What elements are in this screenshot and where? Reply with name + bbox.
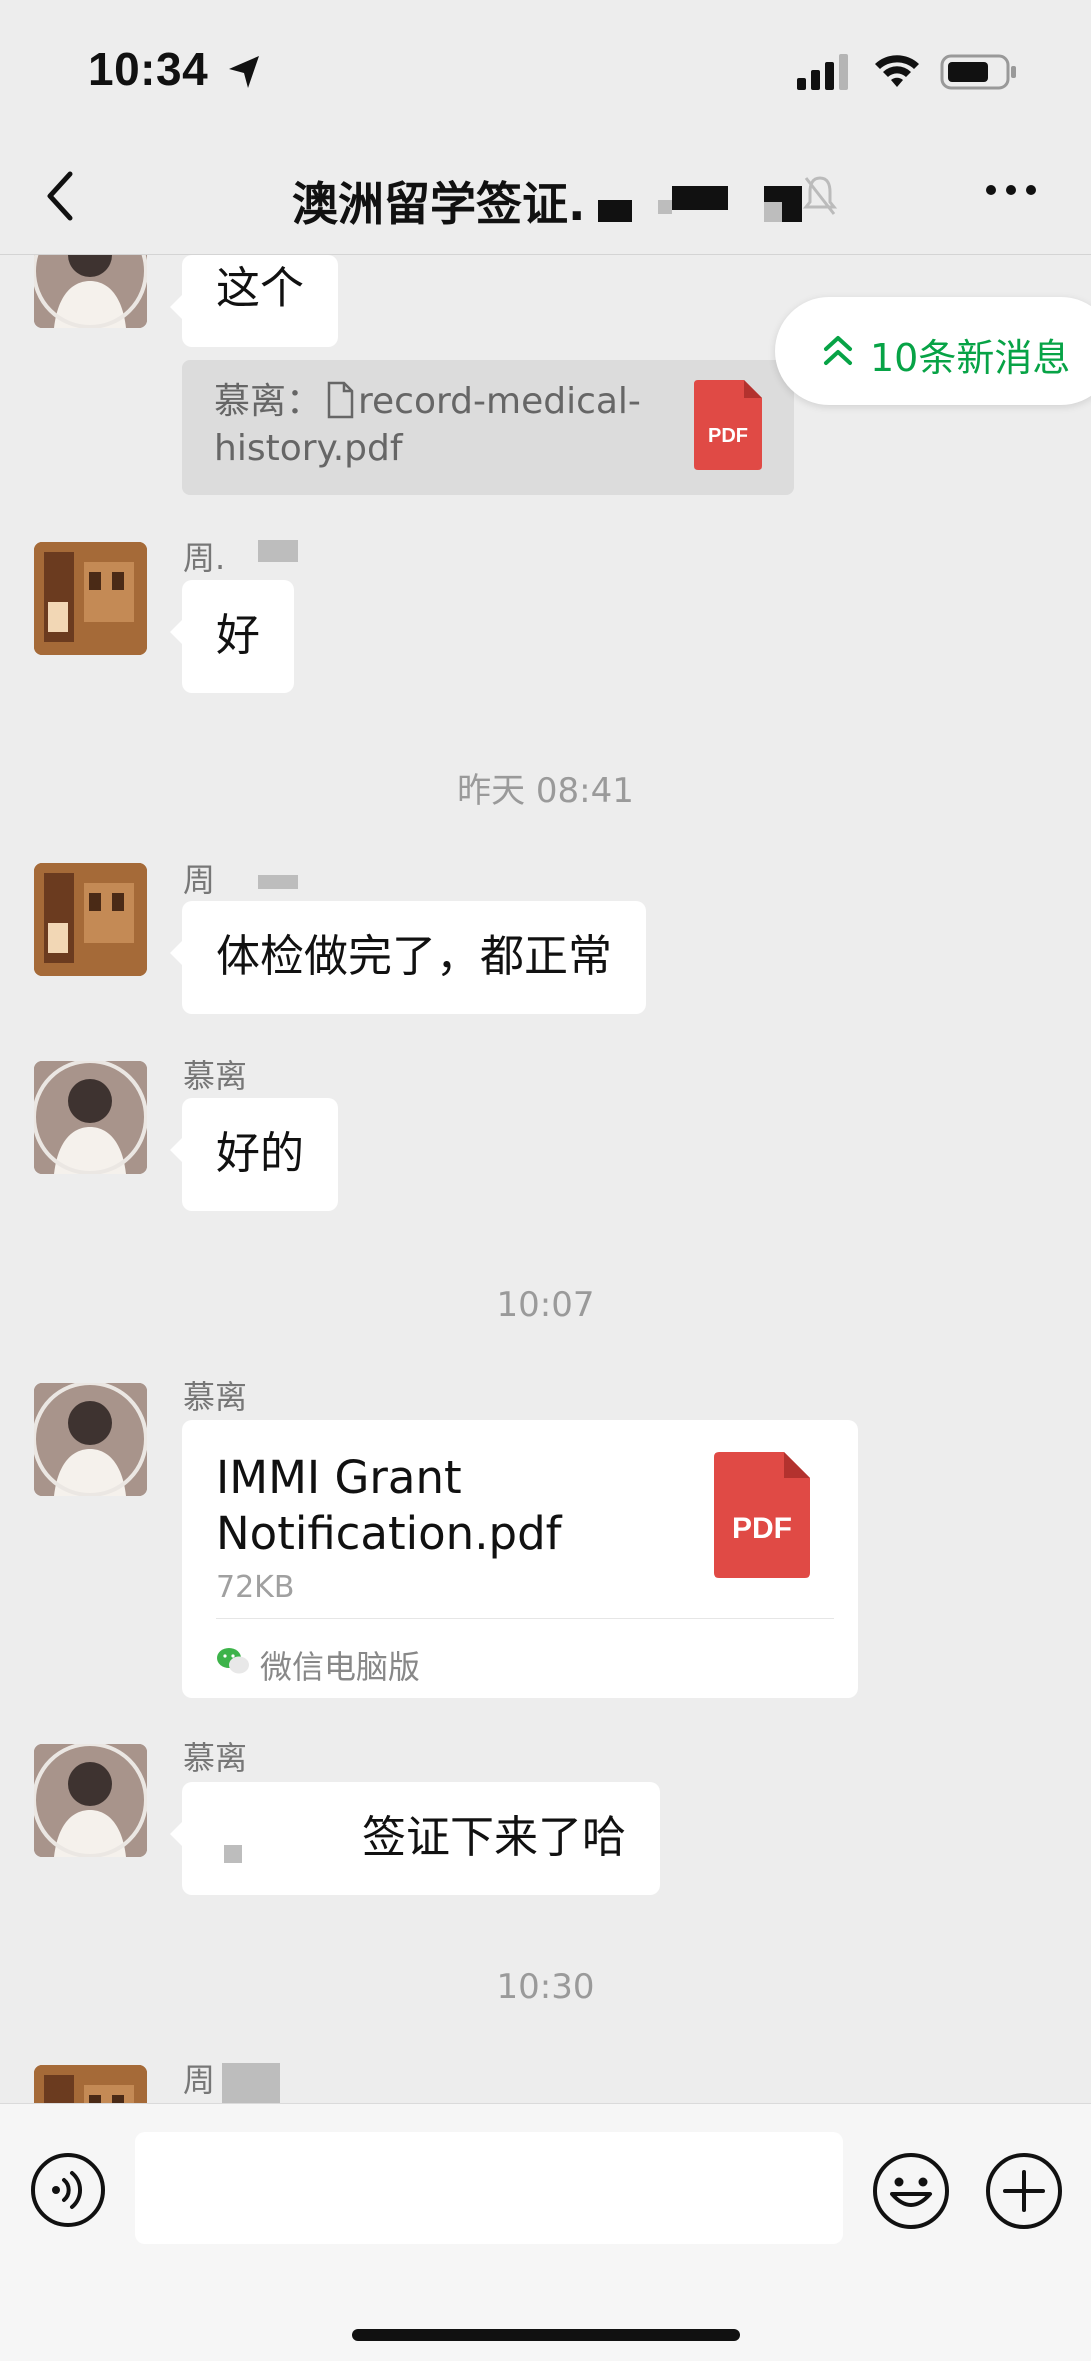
- quoted-message[interactable]: 慕离： record-medical- history.pdf PDF: [182, 360, 794, 495]
- time-separator: 10:30: [496, 1967, 595, 2007]
- file-name: IMMI Grant Notification.pdf: [216, 1450, 696, 1562]
- chat-title: 澳洲留学签证.: [292, 177, 586, 231]
- more-options-icon[interactable]: [985, 178, 1037, 202]
- message-bubble[interactable]: 好: [170, 580, 294, 693]
- redaction: [258, 540, 298, 562]
- file-name-line1: IMMI Grant: [216, 1451, 462, 1504]
- plus-icon[interactable]: [985, 2152, 1063, 2230]
- redaction: [598, 200, 632, 222]
- message-bubble[interactable]: 签证下来了哈: [170, 1782, 660, 1895]
- redaction: [224, 1845, 242, 1863]
- message-bubble[interactable]: 体检做完了，都正常: [170, 901, 646, 1014]
- avatar[interactable]: [34, 1061, 147, 1174]
- time-separator: 10:07: [496, 1285, 595, 1325]
- sender-name: 周.: [183, 539, 226, 577]
- quoted-file-name-line1: record-medical-: [358, 381, 641, 422]
- cellular-signal-icon: [797, 54, 848, 90]
- file-message-card[interactable]: IMMI Grant Notification.pdf 72KB PDF 微信电脑…: [182, 1420, 858, 1698]
- svg-text:PDF: PDF: [708, 425, 748, 447]
- quote-sender: 慕离：: [214, 381, 323, 422]
- redaction: [764, 202, 782, 222]
- avatar[interactable]: [34, 255, 147, 328]
- redaction: [672, 186, 728, 210]
- redaction: [258, 875, 298, 889]
- new-messages-button[interactable]: 10条新消息: [775, 297, 1091, 405]
- status-bar: 10:34: [0, 0, 1091, 140]
- location-arrow-icon: [229, 56, 259, 88]
- sender-name: 慕离: [183, 1739, 248, 1777]
- battery-icon: [940, 54, 1016, 90]
- avatar[interactable]: [34, 2065, 147, 2103]
- redaction: [222, 2063, 280, 2103]
- mute-bell-icon: [802, 176, 838, 215]
- double-chevron-up-icon: [824, 336, 852, 365]
- svg-text:PDF: PDF: [732, 1512, 792, 1545]
- document-icon: [327, 381, 354, 419]
- divider: [216, 1618, 834, 1619]
- chat-message-list[interactable]: 这个 慕离： record-medical- history.pdf PDF 10…: [0, 255, 1091, 2103]
- pdf-file-icon: PDF: [694, 380, 762, 470]
- wifi-icon: [875, 55, 919, 87]
- file-name-line2: Notification.pdf: [216, 1507, 562, 1560]
- sender-name: 慕离: [183, 1057, 248, 1095]
- input-bar: [0, 2103, 1091, 2361]
- new-messages-label: 10条新消息: [870, 336, 1071, 380]
- file-size: 72KB: [216, 1570, 295, 1605]
- sender-name: 周: [183, 861, 216, 899]
- message-bubble[interactable]: 这个: [170, 255, 338, 347]
- avatar[interactable]: [34, 863, 147, 976]
- sender-name: 慕离: [183, 1378, 248, 1416]
- pdf-file-icon: PDF: [714, 1452, 810, 1578]
- time-separator: 昨天 08:41: [457, 771, 634, 811]
- redaction: [658, 200, 672, 214]
- avatar[interactable]: [34, 1744, 147, 1857]
- voice-input-icon[interactable]: [30, 2152, 106, 2228]
- back-chevron-icon[interactable]: [40, 164, 80, 228]
- avatar[interactable]: [34, 1383, 147, 1496]
- message-bubble[interactable]: 好的: [170, 1098, 338, 1211]
- wechat-icon: [217, 1648, 249, 1674]
- emoji-icon[interactable]: [872, 2152, 950, 2230]
- sender-name: 周: [183, 2061, 216, 2099]
- clock: 10:34: [88, 43, 209, 95]
- navigation-bar: 澳洲留学签证.: [0, 140, 1091, 255]
- avatar[interactable]: [34, 542, 147, 655]
- message-input[interactable]: [135, 2132, 843, 2244]
- quoted-file-name-line2: history.pdf: [214, 428, 403, 469]
- file-source: 微信电脑版: [260, 1648, 421, 1686]
- home-indicator: [352, 2329, 740, 2341]
